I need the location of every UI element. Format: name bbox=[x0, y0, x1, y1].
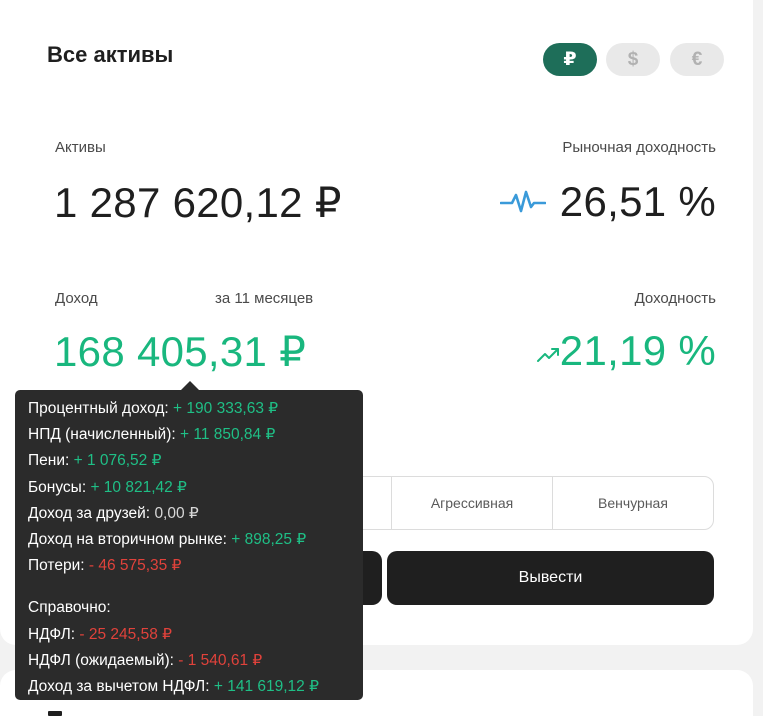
tooltip-row-interest: Процентный доход: + 190 333,63 ₽ bbox=[28, 396, 350, 422]
tooltip-arrow bbox=[181, 381, 199, 390]
tooltip-row-ndfl: НДФЛ: - 25 245,58 ₽ bbox=[28, 622, 350, 648]
tooltip-key: НПД (начисленный): bbox=[28, 426, 176, 444]
tooltip-value: - 1 540,61 ₽ bbox=[178, 651, 263, 669]
trend-up-icon bbox=[536, 343, 562, 370]
currency-eur-button[interactable]: € bbox=[670, 43, 724, 76]
tooltip-value: 0,00 ₽ bbox=[154, 504, 199, 522]
currency-rub-button[interactable]: ₽ bbox=[543, 43, 597, 76]
tooltip-row-penalties: Пени: + 1 076,52 ₽ bbox=[28, 448, 350, 474]
page-title: Все активы bbox=[47, 42, 174, 67]
yield-label: Доходность bbox=[634, 290, 716, 307]
tooltip-row-ndfl-expected: НДФЛ (ожидаемый): - 1 540,61 ₽ bbox=[28, 648, 350, 674]
tooltip-value: + 898,25 ₽ bbox=[231, 530, 307, 548]
withdraw-button[interactable]: Вывести bbox=[387, 551, 714, 605]
tooltip-key: Пени: bbox=[28, 452, 70, 470]
tooltip-key: Потери: bbox=[28, 557, 85, 575]
market-yield-value: 26,51 % bbox=[559, 178, 716, 225]
tooltip-value: + 11 850,84 ₽ bbox=[180, 426, 276, 444]
tooltip-value: + 141 619,12 ₽ bbox=[213, 677, 319, 695]
tooltip-value: + 190 333,63 ₽ bbox=[173, 400, 279, 417]
strategy-option-aggressive[interactable]: Агрессивная bbox=[391, 477, 552, 529]
tooltip-row-secondary-market: Доход на вторичном рынке: + 898,25 ₽ bbox=[28, 527, 350, 553]
income-period: за 11 месяцев bbox=[215, 290, 314, 307]
yield-value: 21,19 % bbox=[559, 327, 716, 374]
income-label: Доход bbox=[55, 290, 98, 307]
tooltip-key: Доход за друзей: bbox=[28, 504, 151, 522]
tooltip-value: + 1 076,52 ₽ bbox=[73, 452, 162, 470]
pulse-icon bbox=[499, 188, 547, 221]
market-yield-label: Рыночная доходность bbox=[562, 139, 716, 156]
currency-usd-button[interactable]: $ bbox=[606, 43, 660, 76]
tooltip-value: + 10 821,42 ₽ bbox=[90, 478, 187, 496]
assets-value: 1 287 620,12 ₽ bbox=[54, 179, 342, 226]
tooltip-key: Доход за вычетом НДФЛ: bbox=[28, 677, 210, 695]
tooltip-key: Доход на вторичном рынке: bbox=[28, 530, 227, 548]
tooltip-key: НДФЛ: bbox=[28, 625, 76, 643]
next-card-title-fragment bbox=[48, 711, 62, 716]
tooltip-key: Бонусы: bbox=[28, 478, 87, 496]
strategy-option-venture[interactable]: Венчурная bbox=[552, 477, 713, 529]
tooltip-row-net-income: Доход за вычетом НДФЛ: + 141 619,12 ₽ bbox=[28, 674, 350, 700]
tooltip-reference-title: Справочно: bbox=[28, 599, 111, 617]
tooltip-row-referrals: Доход за друзей: 0,00 ₽ bbox=[28, 501, 350, 527]
tooltip-value: - 46 575,35 ₽ bbox=[88, 557, 182, 575]
tooltip-row-bonuses: Бонусы: + 10 821,42 ₽ bbox=[28, 475, 350, 501]
tooltip-value: - 25 245,58 ₽ bbox=[79, 625, 173, 643]
tooltip-row-losses: Потери: - 46 575,35 ₽ bbox=[28, 553, 350, 579]
tooltip-row-npd: НПД (начисленный): + 11 850,84 ₽ bbox=[28, 422, 350, 448]
income-value[interactable]: 168 405,31 ₽ bbox=[54, 327, 306, 376]
income-breakdown-tooltip: Процентный доход: + 190 333,63 ₽ НПД (на… bbox=[15, 390, 363, 700]
tooltip-key: НДФЛ (ожидаемый): bbox=[28, 651, 174, 669]
assets-label: Активы bbox=[55, 139, 106, 156]
tooltip-key: Процентный доход: bbox=[28, 400, 169, 417]
